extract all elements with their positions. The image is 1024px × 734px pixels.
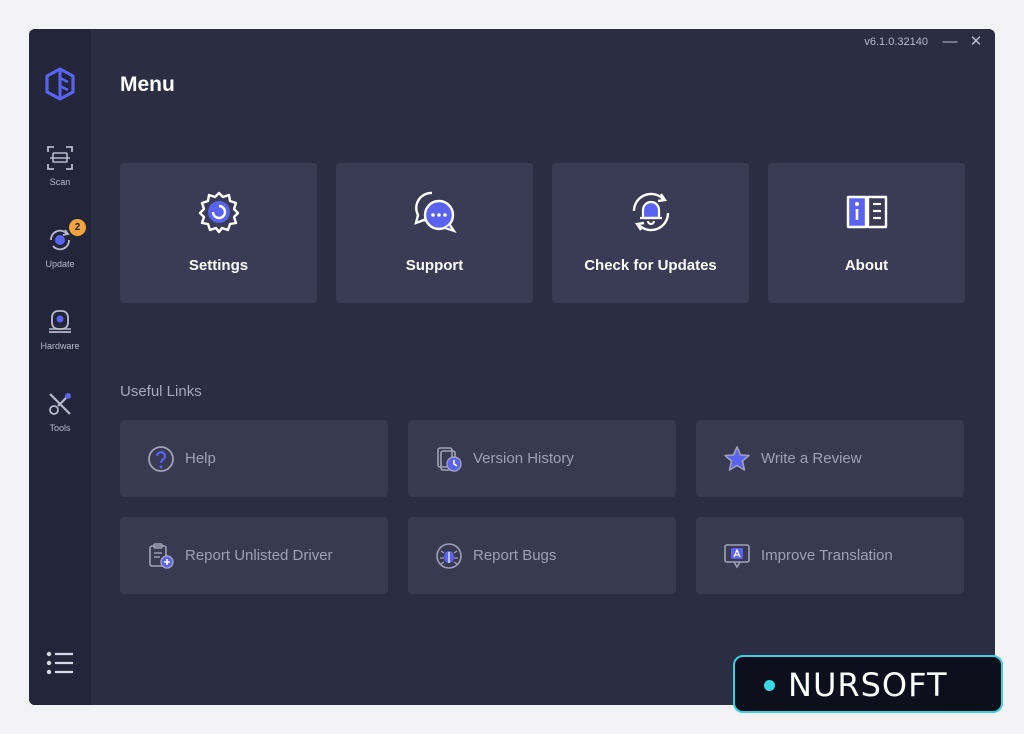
star-icon — [724, 446, 750, 471]
sidebar-item-scan[interactable]: Scan — [29, 143, 91, 187]
help-link[interactable]: Help — [120, 420, 388, 497]
report-bugs-link[interactable]: Report Bugs — [408, 517, 676, 594]
nursoft-watermark: NURSOFT — [733, 655, 1003, 713]
tools-icon — [49, 393, 71, 415]
write-a-review-link[interactable]: Write a Review — [696, 420, 964, 497]
clipboard-add-icon — [149, 543, 174, 569]
sidebar: Scan 2 Update Hardware Tools — [29, 29, 91, 705]
useful-links-heading: Useful Links — [120, 383, 202, 400]
app-window: Scan 2 Update Hardware Tools v6.1.0.3214… — [29, 29, 995, 705]
version-history-link[interactable]: Version History — [408, 420, 676, 497]
watermark-dot — [764, 680, 775, 691]
close-button[interactable]: ✕ — [965, 32, 987, 52]
link-label: Version History — [473, 450, 574, 467]
help-icon — [148, 446, 174, 472]
watermark-text: NURSOFT — [788, 666, 948, 704]
chat-icon — [414, 191, 457, 234]
sidebar-item-label: Tools — [49, 423, 71, 433]
hardware-icon — [49, 310, 71, 333]
link-label: Write a Review — [761, 450, 862, 467]
scan-icon — [47, 146, 73, 170]
sidebar-item-tools[interactable]: Tools — [29, 389, 91, 433]
update-count-badge: 2 — [69, 219, 86, 236]
improve-translation-link[interactable]: Improve Translation — [696, 517, 964, 594]
card-label: Support — [405, 257, 464, 274]
about-card[interactable]: About — [768, 163, 965, 303]
sidebar-item-update[interactable]: 2 Update — [29, 219, 91, 269]
page-title: Menu — [120, 73, 175, 96]
sidebar-item-label: Update — [45, 259, 75, 269]
minimize-button[interactable]: — — [939, 32, 961, 52]
support-card[interactable]: Support — [336, 163, 533, 303]
link-label: Report Bugs — [473, 547, 557, 564]
card-label: About — [844, 257, 889, 274]
book-info-icon — [846, 195, 888, 229]
link-label: Improve Translation — [761, 547, 893, 564]
version-label: v6.1.0.32140 — [864, 36, 928, 48]
translate-icon — [724, 544, 750, 569]
sidebar-item-label: Scan — [49, 177, 71, 187]
menu-list-icon[interactable] — [45, 649, 75, 677]
gear-icon — [198, 191, 240, 234]
app-logo-icon — [45, 67, 75, 101]
bell-refresh-icon — [632, 192, 670, 232]
history-icon — [437, 447, 462, 472]
card-label: Check for Updates — [584, 257, 717, 274]
report-unlisted-driver-link[interactable]: Report Unlisted Driver — [120, 517, 388, 594]
check-for-updates-card[interactable]: Check for Updates — [552, 163, 749, 303]
sidebar-item-hardware[interactable]: Hardware — [29, 307, 91, 351]
settings-card[interactable]: Settings — [120, 163, 317, 303]
sidebar-item-label: Hardware — [40, 341, 80, 351]
bug-icon — [436, 543, 462, 569]
card-label: Settings — [188, 257, 249, 274]
link-label: Help — [185, 450, 216, 467]
link-label: Report Unlisted Driver — [185, 547, 333, 564]
